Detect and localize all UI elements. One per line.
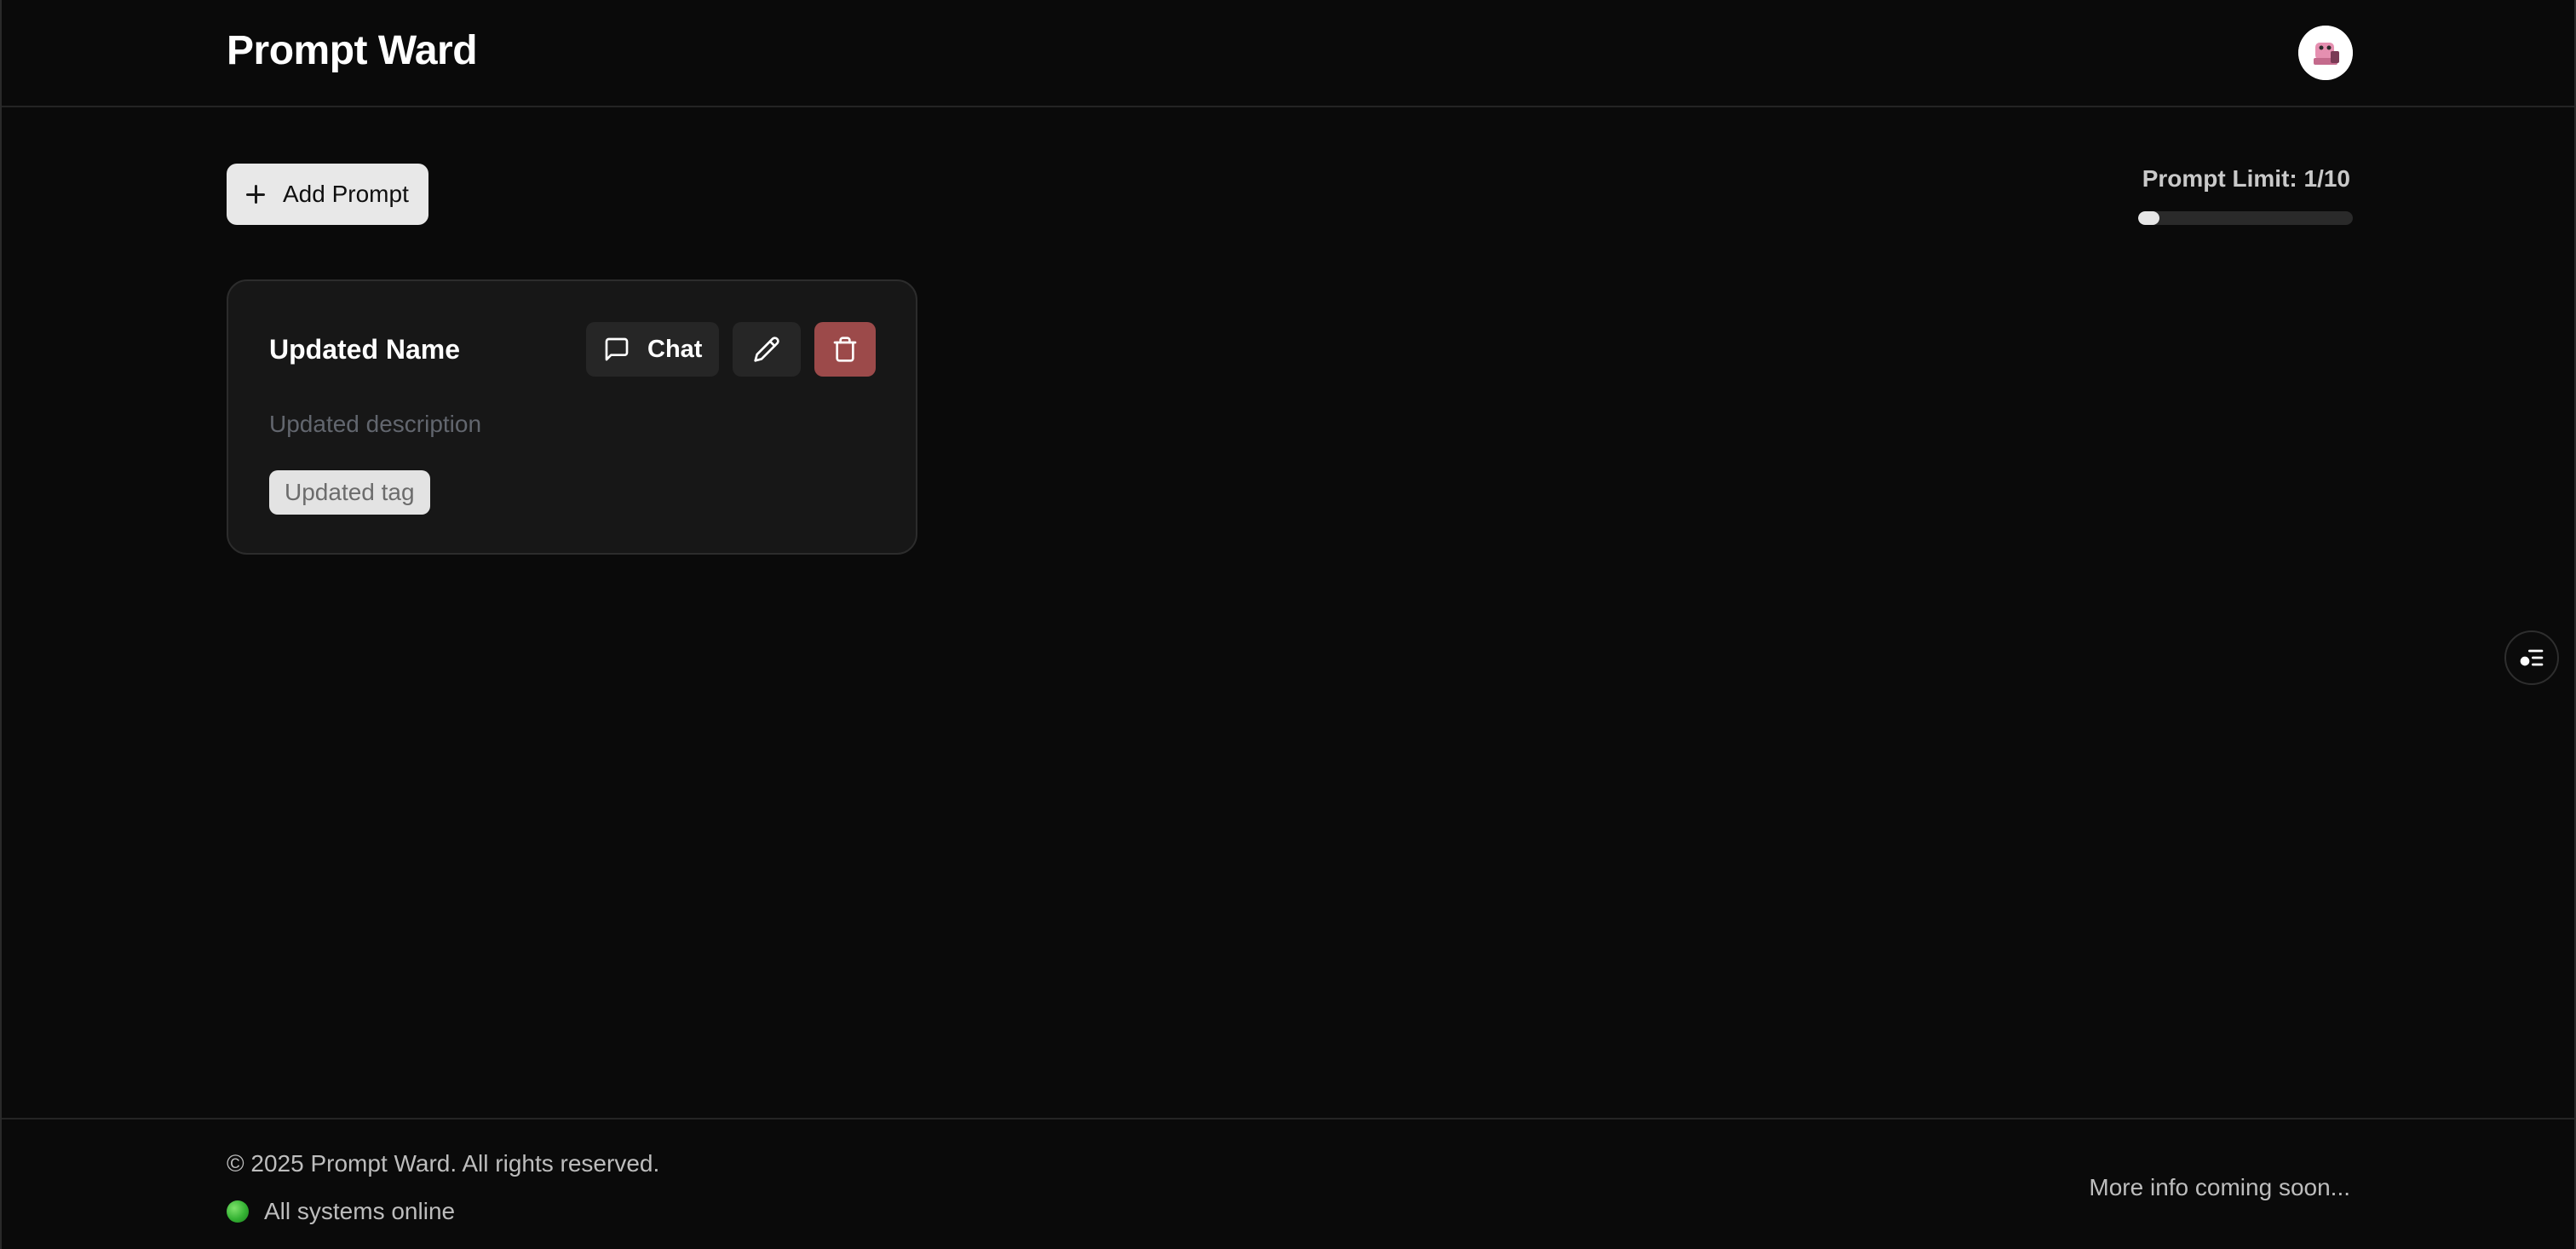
delete-button[interactable] xyxy=(814,322,876,377)
system-status-text: All systems online xyxy=(264,1198,456,1224)
avatar-icon xyxy=(2298,26,2353,80)
add-prompt-label: Add Prompt xyxy=(283,181,409,207)
system-status: All systems online xyxy=(227,1198,455,1225)
top-header: Prompt Ward xyxy=(2,0,2574,107)
chat-button-label: Chat xyxy=(647,335,703,363)
trash-icon xyxy=(833,337,857,362)
message-square-icon xyxy=(605,337,629,361)
app-page: Prompt Ward Add Prompt Prompt Limit: 1/1… xyxy=(0,0,2576,1249)
user-avatar[interactable] xyxy=(2298,26,2353,80)
plus-icon xyxy=(244,182,267,206)
status-dot-icon xyxy=(227,1200,249,1223)
add-prompt-button[interactable]: Add Prompt xyxy=(227,164,428,225)
prompt-limit-progress xyxy=(2138,211,2353,225)
pencil-icon xyxy=(754,337,779,362)
prompt-card: Updated Name Chat Updated description Up… xyxy=(227,279,917,555)
prompt-description: Updated description xyxy=(269,411,482,437)
brand-title: Prompt Ward xyxy=(227,28,478,73)
more-info-text: More info coming soon... xyxy=(2089,1174,2350,1200)
settings-list-icon xyxy=(2520,649,2544,666)
prompt-tag: Updated tag xyxy=(269,470,430,515)
side-panel-toggle-button[interactable] xyxy=(2504,630,2559,685)
edit-button[interactable] xyxy=(733,322,801,377)
chat-button[interactable]: Chat xyxy=(586,322,719,377)
copyright-text: © 2025 Prompt Ward. All rights reserved. xyxy=(227,1150,660,1177)
prompt-limit-progress-fill xyxy=(2138,211,2160,225)
prompt-limit-label: Prompt Limit: 1/10 xyxy=(2142,165,2350,192)
page-footer: © 2025 Prompt Ward. All rights reserved.… xyxy=(2,1118,2574,1249)
prompt-name: Updated Name xyxy=(269,334,461,365)
